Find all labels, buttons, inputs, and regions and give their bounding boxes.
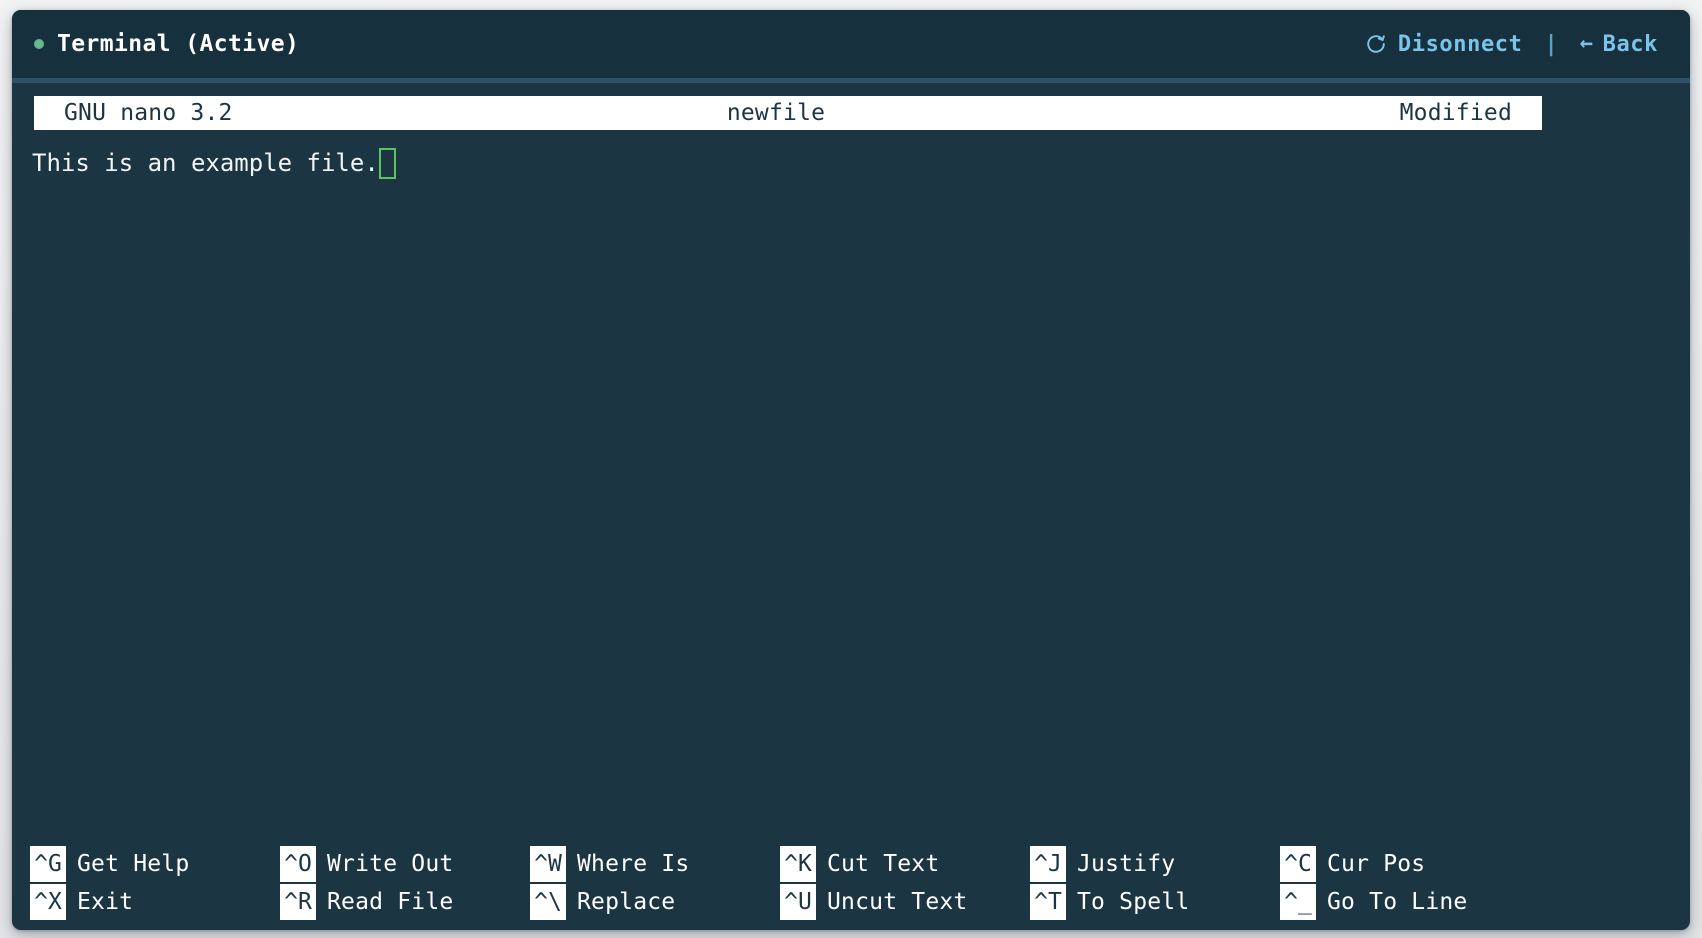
- shortcut-write-out[interactable]: ^O Write Out: [280, 846, 530, 882]
- key-chip: ^G: [30, 846, 66, 882]
- refresh-icon: [1365, 33, 1387, 55]
- shortcut-where-is[interactable]: ^W Where Is: [530, 846, 780, 882]
- terminal-title: Terminal (Active): [57, 31, 299, 57]
- key-chip: ^W: [530, 846, 566, 882]
- editor-line-text: This is an example file.: [32, 146, 379, 180]
- key-label: Exit: [77, 889, 133, 915]
- key-label: Justify: [1077, 851, 1175, 877]
- key-label: Write Out: [327, 851, 453, 877]
- terminal-window: Terminal (Active) Disonnect | ← Back: [12, 10, 1690, 930]
- key-chip: ^O: [280, 846, 316, 882]
- key-label: Get Help: [77, 851, 189, 877]
- shortcut-go-to-line[interactable]: ^_ Go To Line: [1280, 884, 1530, 920]
- shortcut-to-spell[interactable]: ^T To Spell: [1030, 884, 1280, 920]
- back-label: Back: [1603, 32, 1658, 57]
- nano-shortcut-bar: ^G Get Help ^O Write Out ^W Where Is ^K …: [12, 846, 1690, 930]
- key-label: Read File: [327, 889, 453, 915]
- nano-titlebar-wrapper: GNU nano 3.2 newfile Modified: [12, 83, 1690, 130]
- key-label: Where Is: [577, 851, 689, 877]
- header-left-group: Terminal (Active): [34, 31, 299, 57]
- nano-editor-area[interactable]: This is an example file.: [12, 130, 1690, 846]
- shortcut-replace[interactable]: ^\ Replace: [530, 884, 780, 920]
- key-label: Go To Line: [1327, 889, 1467, 915]
- shortcut-uncut-text[interactable]: ^U Uncut Text: [780, 884, 1030, 920]
- key-chip: ^T: [1030, 884, 1066, 920]
- nano-titlebar: GNU nano 3.2 newfile Modified: [34, 96, 1542, 130]
- header-separator: |: [1529, 32, 1574, 57]
- key-chip: ^U: [780, 884, 816, 920]
- header-right-group: Disonnect | ← Back: [1359, 28, 1664, 61]
- key-chip: ^X: [30, 884, 66, 920]
- shortcut-row-1: ^G Get Help ^O Write Out ^W Where Is ^K …: [30, 846, 1690, 882]
- shortcut-exit[interactable]: ^X Exit: [30, 884, 280, 920]
- disconnect-button[interactable]: Disonnect: [1359, 28, 1529, 61]
- key-chip: ^C: [1280, 846, 1316, 882]
- key-label: To Spell: [1077, 889, 1189, 915]
- key-chip: ^R: [280, 884, 316, 920]
- terminal-header: Terminal (Active) Disonnect | ← Back: [12, 10, 1690, 78]
- key-label: Cur Pos: [1327, 851, 1425, 877]
- key-chip: ^J: [1030, 846, 1066, 882]
- key-label: Replace: [577, 889, 675, 915]
- arrow-left-icon: ←: [1580, 33, 1594, 55]
- editor-line: This is an example file.: [32, 146, 1690, 180]
- shortcut-cur-pos[interactable]: ^C Cur Pos: [1280, 846, 1530, 882]
- text-cursor: [379, 148, 396, 179]
- shortcut-justify[interactable]: ^J Justify: [1030, 846, 1280, 882]
- shortcut-cut-text[interactable]: ^K Cut Text: [780, 846, 1030, 882]
- back-button[interactable]: ← Back: [1574, 28, 1664, 61]
- connection-status-dot: [34, 39, 44, 49]
- key-chip: ^K: [780, 846, 816, 882]
- page-root: Terminal (Active) Disonnect | ← Back: [0, 0, 1702, 938]
- nano-filename: newfile: [22, 100, 1530, 126]
- shortcut-read-file[interactable]: ^R Read File: [280, 884, 530, 920]
- shortcut-row-2: ^X Exit ^R Read File ^\ Replace ^U Uncut…: [30, 884, 1690, 920]
- shortcut-get-help[interactable]: ^G Get Help: [30, 846, 280, 882]
- key-chip: ^_: [1280, 884, 1316, 920]
- key-label: Uncut Text: [827, 889, 967, 915]
- key-chip: ^\: [530, 884, 566, 920]
- key-label: Cut Text: [827, 851, 939, 877]
- disconnect-label: Disonnect: [1398, 32, 1523, 57]
